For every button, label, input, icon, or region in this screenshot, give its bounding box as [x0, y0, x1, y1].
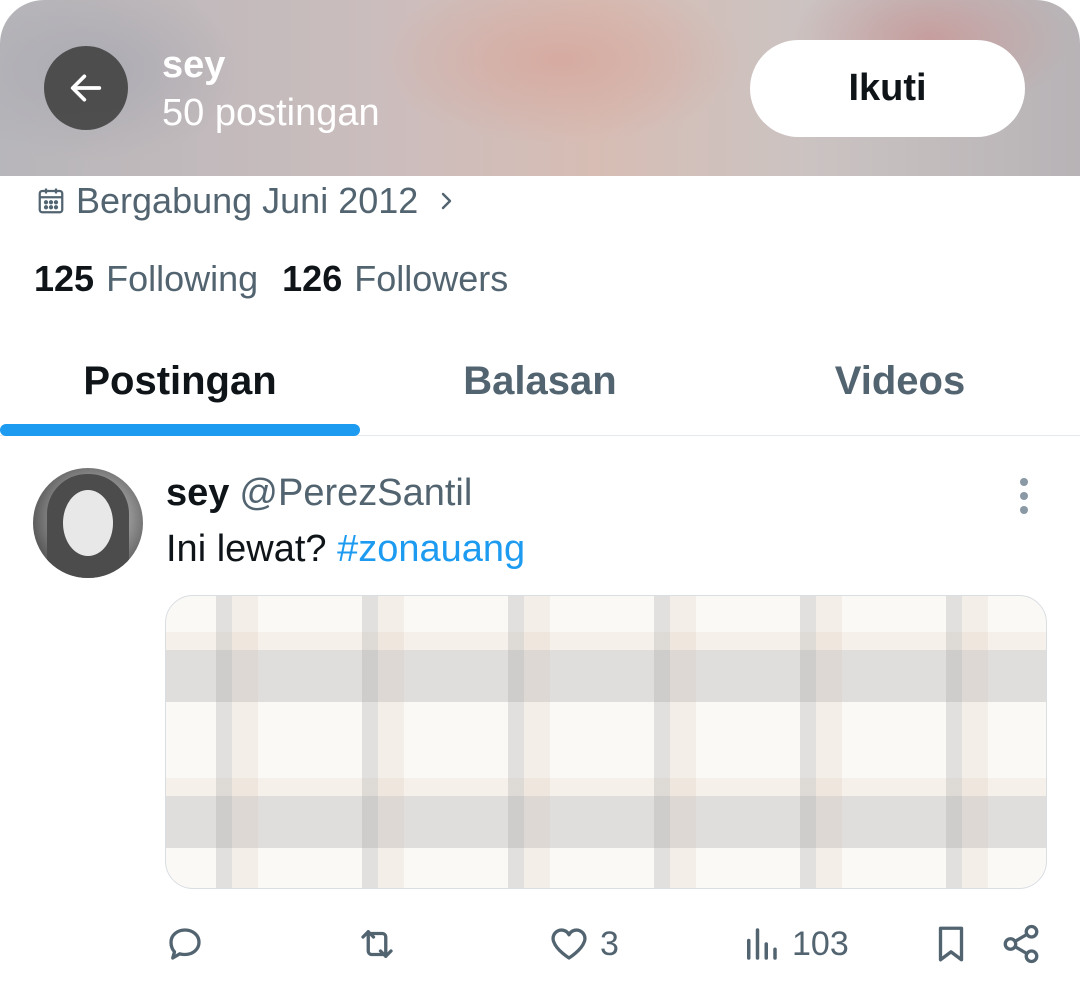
tab-videos[interactable]: Videos: [720, 326, 1080, 436]
follow-stats: 125 Following 126 Followers: [34, 258, 532, 300]
share-button[interactable]: [1000, 912, 1042, 976]
joined-date[interactable]: Bergabung Juni 2012: [36, 180, 458, 222]
back-button[interactable]: [44, 46, 128, 130]
post-actions: 3 103: [0, 912, 1080, 976]
followers-label: Followers: [354, 258, 509, 299]
post-header: sey @PerezSantil: [166, 472, 472, 515]
share-icon: [1003, 924, 1039, 964]
like-icon: [551, 928, 587, 960]
post-hashtag[interactable]: #zonauang: [337, 528, 525, 570]
post-media-image[interactable]: [165, 595, 1047, 889]
following-link[interactable]: 125 Following: [34, 258, 258, 300]
views-icon: [747, 928, 777, 960]
active-tab-indicator: [0, 424, 360, 436]
back-arrow-icon: [70, 74, 102, 102]
joined-label: Bergabung Juni 2012: [76, 180, 419, 221]
header-post-count: 50 postingan: [162, 92, 380, 134]
bookmark-icon: [938, 926, 964, 962]
following-label: Following: [106, 258, 259, 299]
tab-balasan[interactable]: Balasan: [360, 326, 720, 436]
reply-button[interactable]: [164, 912, 216, 976]
tab-postingan[interactable]: Postingan: [0, 326, 360, 436]
avatar[interactable]: [33, 468, 143, 578]
repost-button[interactable]: [356, 912, 408, 976]
post-body: Ini lewat?: [166, 528, 327, 570]
post-author-handle[interactable]: @PerezSantil: [239, 472, 472, 515]
profile-tabs: Postingan Balasan Videos: [0, 326, 1080, 436]
header-name: sey: [162, 44, 226, 86]
following-count: 125: [34, 258, 95, 299]
calendar-icon: [38, 188, 64, 214]
followers-link[interactable]: 126 Followers: [282, 258, 508, 300]
chevron-right-icon: [442, 192, 452, 210]
post-text: Ini lewat? #zonauang: [166, 528, 525, 571]
post-author-name[interactable]: sey: [166, 472, 229, 515]
follow-button[interactable]: Ikuti: [750, 40, 1025, 137]
repost-icon: [361, 930, 393, 958]
views-button[interactable]: 103: [740, 912, 849, 976]
bookmark-button[interactable]: [930, 912, 972, 976]
followers-count: 126: [282, 258, 343, 299]
profile-header: sey 50 postingan Ikuti: [0, 0, 1080, 176]
views-count: 103: [792, 924, 849, 963]
like-count: 3: [600, 924, 619, 963]
more-options-icon[interactable]: [1014, 476, 1034, 516]
reply-icon: [169, 928, 201, 960]
like-button[interactable]: 3: [548, 912, 619, 976]
